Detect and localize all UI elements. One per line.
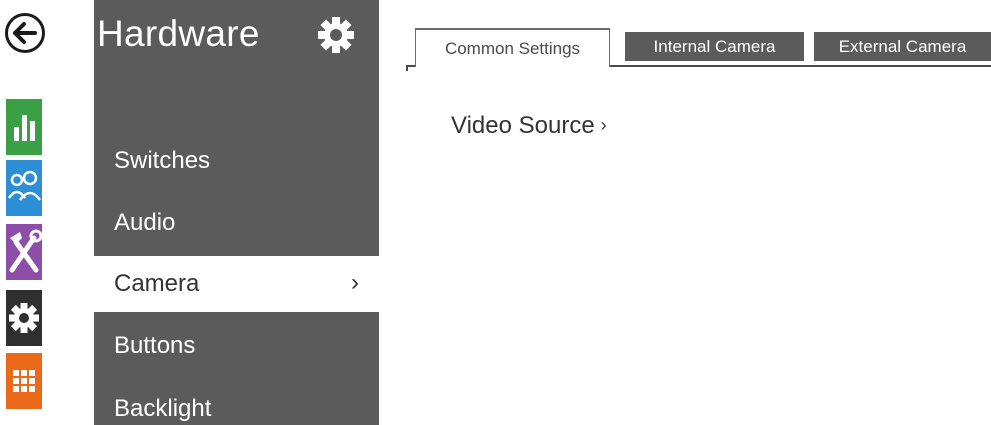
- chevron-right-icon: ›: [351, 269, 359, 296]
- gear-icon[interactable]: [316, 15, 356, 55]
- menu-item-label: Backlight: [114, 395, 212, 422]
- rail-hardware-button[interactable]: [6, 290, 42, 346]
- menu-item-backlight[interactable]: Backlight: [94, 381, 379, 425]
- tab-external-camera[interactable]: External Camera: [814, 32, 991, 61]
- rail-status-button[interactable]: [6, 99, 42, 155]
- menu-item-label: Audio: [114, 209, 176, 236]
- menu-item-label: Camera: [114, 270, 200, 297]
- menu-item-camera[interactable]: Camera ›: [94, 256, 379, 312]
- menu-item-audio[interactable]: Audio: [94, 195, 379, 251]
- menu-item-label: Buttons: [114, 332, 196, 359]
- tab-internal-camera[interactable]: Internal Camera: [625, 32, 804, 61]
- menu-item-label: Switches: [114, 147, 211, 174]
- hardware-panel: Hardware Switches Audio Camera › Buttons…: [94, 0, 379, 425]
- video-source-section[interactable]: Video Source ›: [451, 112, 607, 140]
- rail-services-button[interactable]: [6, 224, 42, 280]
- back-arrow-icon: [13, 22, 37, 44]
- chevron-right-icon: ›: [600, 115, 607, 135]
- rail-directory-button[interactable]: [6, 160, 42, 216]
- tab-common-settings[interactable]: Common Settings: [415, 28, 610, 67]
- menu-item-switches[interactable]: Switches: [94, 133, 379, 189]
- system-grid-icon: [6, 353, 42, 409]
- menu-item-buttons[interactable]: Buttons: [94, 318, 379, 374]
- hardware-gear-icon: [6, 290, 42, 346]
- users-icon: [6, 160, 42, 216]
- section-label: Video Source: [451, 112, 595, 139]
- panel-title: Hardware: [97, 13, 260, 54]
- rail-system-button[interactable]: [6, 353, 42, 409]
- services-tools-icon: [6, 224, 42, 280]
- status-chart-icon: [6, 99, 42, 155]
- tab-divider: [406, 65, 408, 71]
- back-button[interactable]: [5, 13, 45, 53]
